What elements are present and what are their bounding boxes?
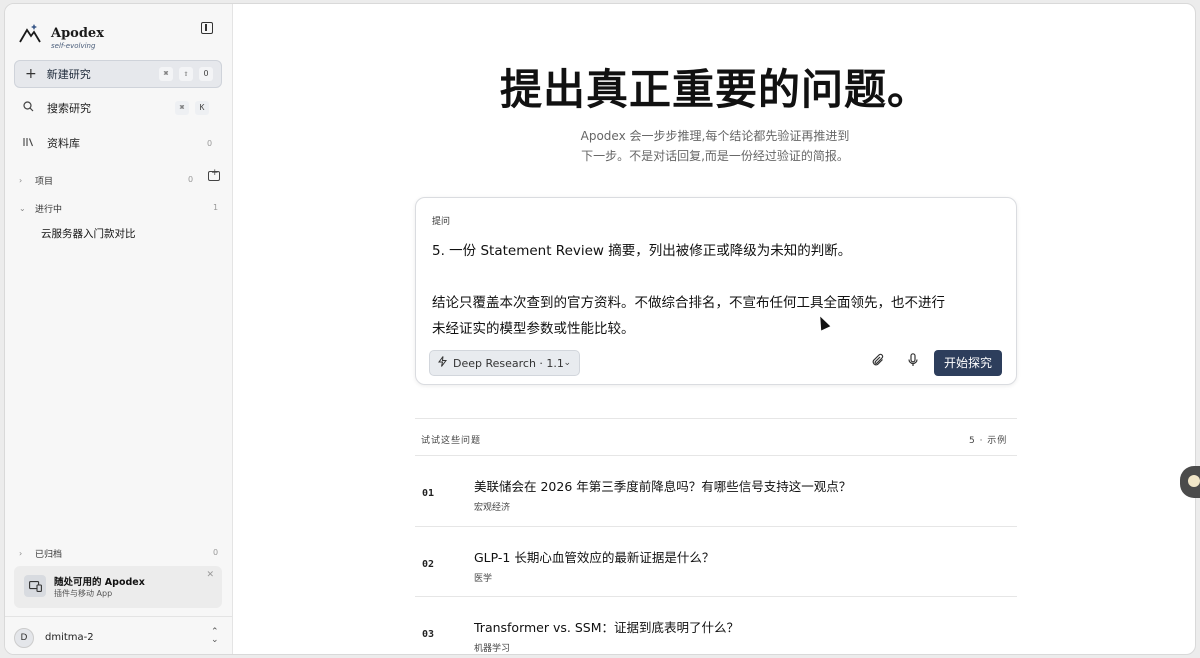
question-tag: 医学 (474, 574, 493, 584)
examples-count: 5 · 示例 (969, 436, 1008, 446)
new-research-shortcut: ⌘ ⇧ O (153, 67, 213, 81)
example-question[interactable]: 02 GLP-1 长期心血管效应的最新证据是什么？ 医学 (415, 527, 1017, 597)
projects-label: 项目 (35, 177, 54, 187)
question-tag: 宏观经济 (474, 503, 511, 513)
ongoing-research-item[interactable]: 云服务器入门款对比 (41, 226, 136, 241)
question-title: Transformer vs. SSM：证据到底表明了什么？ (474, 620, 739, 635)
subtitle-line: 下一步。不是对话回复,而是一份经过验证的简报。 (581, 149, 849, 163)
example-question[interactable]: 01 美联储会在 2026 年第三季度前降息吗？有哪些信号支持这一观点？ 宏观经… (415, 456, 1017, 526)
page-title: 提出真正重要的问题。 (499, 65, 930, 114)
sidebar: Apodex self-evolving + 新建研究 ⌘ ⇧ O 搜索研究 ⌘… (5, 4, 233, 654)
prompt-line: 5. 一份 Statement Review 摘要，列出被修正或降级为未知的判断… (432, 243, 852, 259)
microphone-icon[interactable] (908, 353, 918, 371)
shortcut-key: K (195, 101, 209, 115)
question-number: 03 (422, 629, 435, 640)
subtitle-line: Apodex 会一步步推理,每个结论都先验证再推进到 (580, 129, 850, 143)
section-ongoing[interactable]: ⌄ 进行中 (19, 202, 62, 215)
library-label: 资料库 (47, 137, 80, 150)
shortcut-key: O (199, 67, 213, 81)
promo-subtitle: 插件与移动 App (54, 589, 113, 598)
page-subtitle: Apodex 会一步步推理,每个结论都先验证再推进到 下一步。不是对话回复,而是… (555, 126, 875, 166)
apodex-logo-icon (19, 24, 41, 43)
prompt-label: 提问 (432, 217, 451, 227)
apps-promo-card[interactable]: 随处可用的 Apodex 插件与移动 App ✕ (14, 566, 222, 608)
question-number: 01 (422, 488, 435, 499)
prompt-line: 未经证实的模型参数或性能比较。 (432, 321, 635, 337)
question-title: GLP-1 长期心血管效应的最新证据是什么？ (474, 550, 715, 565)
brand-tagline: self-evolving (51, 42, 96, 50)
search-shortcut: ⌘ K (169, 101, 209, 115)
section-archived[interactable]: › 已归档 (19, 547, 62, 560)
plus-icon: + (25, 66, 37, 82)
floating-assistant-avatar[interactable] (1180, 466, 1200, 498)
prompt-composer[interactable]: 提问 5. 一份 Statement Review 摘要，列出被修正或降级为未知… (415, 197, 1017, 385)
new-research-button[interactable]: + 新建研究 ⌘ ⇧ O (14, 60, 222, 88)
chevron-right-icon: › (19, 549, 23, 558)
brand-name: Apodex (51, 26, 104, 41)
sidebar-item-search[interactable]: 搜索研究 (23, 100, 91, 116)
chevron-right-icon: › (19, 176, 23, 185)
prompt-line (432, 264, 1008, 290)
devices-icon (24, 575, 46, 597)
main-content: 提出真正重要的问题。 Apodex 会一步步推理,每个结论都先验证再推进到 下一… (233, 4, 1195, 654)
ongoing-count: 1 (213, 203, 219, 212)
search-icon (23, 101, 35, 115)
shortcut-key: ⌘ (175, 101, 189, 115)
app-window: Apodex self-evolving + 新建研究 ⌘ ⇧ O 搜索研究 ⌘… (4, 3, 1196, 655)
chevron-down-icon: ⌄ (563, 358, 571, 368)
projects-count: 0 (188, 175, 194, 184)
archived-label: 已归档 (35, 550, 63, 560)
divider (415, 418, 1017, 419)
archived-count: 0 (213, 548, 219, 557)
mode-select[interactable]: Deep Research · 1.1 ⌄ (429, 350, 580, 376)
prompt-line: 结论只覆盖本次查到的官方资料。不做综合排名，不宣布任何工具全面领先，也不进行 (432, 295, 945, 311)
new-research-label: 新建研究 (46, 68, 91, 81)
shortcut-key: ⌘ (159, 67, 173, 81)
sidebar-item-library[interactable]: 资料库 (23, 135, 80, 151)
question-tag: 机器学习 (474, 644, 511, 654)
section-projects[interactable]: › 项目 (19, 174, 53, 187)
username: dmitma-2 (45, 632, 94, 643)
paperclip-icon[interactable] (872, 353, 885, 371)
search-label: 搜索研究 (47, 102, 91, 115)
sidebar-collapse-icon[interactable] (201, 22, 213, 34)
start-research-button[interactable]: 开始探究 (934, 350, 1002, 376)
ongoing-label: 进行中 (35, 205, 63, 215)
mode-label: Deep Research · 1.1 (453, 356, 564, 370)
user-menu[interactable]: D dmitma-2 ⌃ ⌄ (5, 616, 233, 654)
close-icon[interactable]: ✕ (206, 570, 214, 580)
bolt-icon (438, 356, 447, 370)
library-icon (23, 137, 35, 150)
chevron-up-down-icon[interactable]: ⌃ ⌄ (211, 628, 219, 645)
promo-title: 随处可用的 Apodex (54, 577, 145, 588)
examples-label: 试试这些问题 (421, 436, 482, 446)
question-title: 美联储会在 2026 年第三季度前降息吗？有哪些信号支持这一观点？ (474, 479, 852, 494)
add-folder-icon[interactable] (208, 168, 220, 181)
library-count: 0 (207, 139, 213, 148)
shortcut-key: ⇧ (179, 67, 193, 81)
chevron-down-icon: ⌄ (19, 204, 26, 213)
prompt-input[interactable]: 5. 一份 Statement Review 摘要，列出被修正或降级为未知的判断… (432, 238, 1008, 342)
avatar: D (14, 628, 34, 648)
example-question[interactable]: 03 Transformer vs. SSM：证据到底表明了什么？ 机器学习 (415, 597, 1017, 654)
question-number: 02 (422, 559, 435, 570)
